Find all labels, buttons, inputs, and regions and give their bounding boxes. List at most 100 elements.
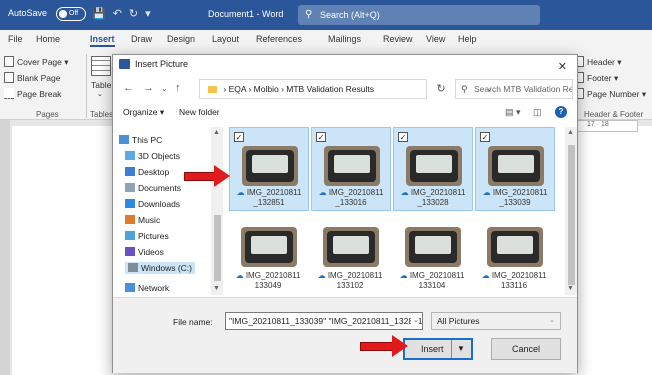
insert-button[interactable]: Insert ▼ <box>403 338 473 360</box>
search-icon: ⚲ <box>461 84 468 94</box>
insert-picture-dialog: Insert Picture ✕ ← → ⌄ ↑ › EQA › Molbio … <box>112 54 578 373</box>
file-name-line2: 133116 <box>500 281 528 290</box>
file-tile[interactable]: ☁ IMG_20210811 133049 <box>229 219 309 295</box>
page-break-button[interactable]: Page Break <box>4 88 61 99</box>
chevron-down-icon: ⌄ <box>549 317 555 324</box>
file-name-line1: IMG_20210811 <box>409 271 465 280</box>
cloud-icon: ☁ <box>400 188 409 197</box>
word-search-placeholder: Search (Alt+Q) <box>320 10 380 20</box>
autosave-label: AutoSave <box>8 8 48 18</box>
videos-icon <box>125 247 135 256</box>
tab-mailings[interactable]: Mailings <box>328 34 361 44</box>
file-name: ☁ IMG_20210811 133116 <box>475 271 553 291</box>
checkbox[interactable]: ✓ <box>398 132 408 142</box>
tab-layout[interactable]: Layout <box>212 34 239 44</box>
tab-design[interactable]: Design <box>167 34 195 44</box>
nav-item-videos[interactable]: Videos <box>125 247 164 257</box>
file-tile[interactable]: ☁ IMG_20210811 133104 <box>393 219 473 295</box>
breadcrumb-mtb[interactable]: MTB Validation Results <box>286 84 374 94</box>
insert-dropdown-icon[interactable]: ▼ <box>457 340 465 358</box>
scroll-up-icon[interactable]: ▲ <box>567 129 574 136</box>
scroll-down-icon[interactable]: ▼ <box>567 285 574 292</box>
file-tile[interactable]: ☁ IMG_20210811 133102 <box>311 219 391 295</box>
command-bar: Organize ▾ New folder ▤ ▾ ◫ ? <box>113 103 577 123</box>
tab-review[interactable]: Review <box>383 34 413 44</box>
forward-arrow-icon[interactable]: → <box>143 82 154 94</box>
file-type-select[interactable]: All Pictures ⌄ <box>431 312 561 330</box>
tab-home[interactable]: Home <box>36 34 60 44</box>
up-arrow-icon[interactable]: ↑ <box>175 82 181 94</box>
footer-button[interactable]: Footer ▾ <box>574 72 618 84</box>
new-folder-button[interactable]: New folder <box>179 107 220 117</box>
nav-item-network[interactable]: Network <box>125 283 169 295</box>
checkbox[interactable]: ✓ <box>480 132 490 142</box>
file-tile[interactable]: ✓ ☁ IMG_20210811 _133039 <box>475 127 555 211</box>
cover-page-button[interactable]: Cover Page ▾ <box>4 56 69 68</box>
cancel-button[interactable]: Cancel <box>491 338 561 360</box>
file-name-input[interactable]: "IMG_20210811_133039" "IMG_20210811_1328… <box>225 312 423 330</box>
file-tile[interactable]: ✓ ☁ IMG_20210811 _133016 <box>311 127 391 211</box>
nav-item-documents[interactable]: Documents <box>125 183 181 193</box>
cloud-icon: ☁ <box>482 188 491 197</box>
file-tile[interactable]: ✓ ☁ IMG_20210811 _132851 <box>229 127 309 211</box>
tab-references[interactable]: References <box>256 34 302 44</box>
page-number-button[interactable]: Page Number ▾ <box>574 88 646 100</box>
tab-help[interactable]: Help <box>458 34 477 44</box>
tab-insert[interactable]: Insert <box>90 34 115 47</box>
tab-file[interactable]: File <box>8 34 23 44</box>
nav-item-desktop[interactable]: Desktop <box>125 167 169 177</box>
autosave-toggle[interactable]: Off <box>56 7 86 21</box>
back-arrow-icon[interactable]: ← <box>123 82 134 94</box>
nav-item-this-pc[interactable]: This PC <box>119 135 162 145</box>
nav-item-3d-objects[interactable]: 3D Objects <box>125 151 180 161</box>
checkbox[interactable]: ✓ <box>316 132 326 142</box>
blank-page-label: Blank Page <box>17 73 61 83</box>
address-bar[interactable]: › EQA › Molbio › MTB Validation Results … <box>199 79 493 99</box>
checkbox[interactable]: ✓ <box>234 132 244 142</box>
nav-item-music[interactable]: Music <box>125 215 160 225</box>
help-icon[interactable]: ? <box>555 106 567 118</box>
scroll-up-icon[interactable]: ▲ <box>213 129 220 136</box>
pages-group-label: Pages <box>36 110 59 119</box>
header-button[interactable]: Header ▾ <box>574 56 622 68</box>
close-icon[interactable]: ✕ <box>558 58 567 76</box>
nav-item-pictures[interactable]: Pictures <box>125 231 169 241</box>
folder-search-input[interactable]: ⚲ Search MTB Validation Results <box>455 79 573 99</box>
cover-page-icon <box>4 56 14 67</box>
word-search-box[interactable]: ⚲ Search (Alt+Q) <box>298 5 540 25</box>
nav-item-windows-c[interactable]: Windows (C:) <box>125 262 196 274</box>
table-icon[interactable] <box>91 56 111 76</box>
file-tile[interactable]: ☁ IMG_20210811 133116 <box>475 219 555 295</box>
file-name-line2: _133039 <box>499 198 531 207</box>
breadcrumb-eqa[interactable]: EQA <box>229 84 246 94</box>
file-name: ☁ IMG_20210811 133102 <box>311 271 389 291</box>
tab-draw[interactable]: Draw <box>131 34 152 44</box>
word-title-bar: AutoSave Off 💾↶↻▾ Document1 - Word ⚲ Sea… <box>0 0 652 30</box>
tab-view[interactable]: View <box>426 34 445 44</box>
table-dropdown-icon[interactable]: ⌄ <box>97 90 103 98</box>
scroll-down-icon[interactable]: ▼ <box>213 285 220 292</box>
nav-scrollbar-thumb[interactable] <box>214 215 221 281</box>
table-button[interactable]: Table <box>91 80 111 90</box>
photo-thumbnail <box>323 227 379 267</box>
arrow-shaft <box>184 172 216 181</box>
blank-page-button[interactable]: Blank Page <box>4 72 60 83</box>
pc-icon <box>119 135 129 144</box>
nav-label: 3D Objects <box>138 151 181 161</box>
ribbon-divider <box>86 54 87 118</box>
file-name-line1: IMG_20210811 <box>245 271 301 280</box>
page-number-label: Page Number <box>587 89 640 99</box>
view-options-icon[interactable]: ▤ ▾ <box>505 107 521 118</box>
preview-pane-icon[interactable]: ◫ <box>533 107 542 118</box>
arrow-head <box>392 335 408 357</box>
file-tile[interactable]: ✓ ☁ IMG_20210811 _133028 <box>393 127 473 211</box>
nav-item-downloads[interactable]: Downloads <box>125 199 180 209</box>
chevron-down-icon[interactable]: ⌄ <box>411 313 419 329</box>
recent-locations-icon[interactable]: ⌄ <box>161 84 168 93</box>
organize-button[interactable]: Organize ▾ <box>123 107 164 118</box>
refresh-icon[interactable]: ↻ <box>431 79 451 99</box>
quick-access-icons[interactable]: 💾↶↻▾ <box>92 7 158 20</box>
grid-scrollbar-thumb[interactable] <box>568 145 575 285</box>
documents-icon <box>125 183 135 192</box>
breadcrumb-molbio[interactable]: Molbio <box>254 84 279 94</box>
